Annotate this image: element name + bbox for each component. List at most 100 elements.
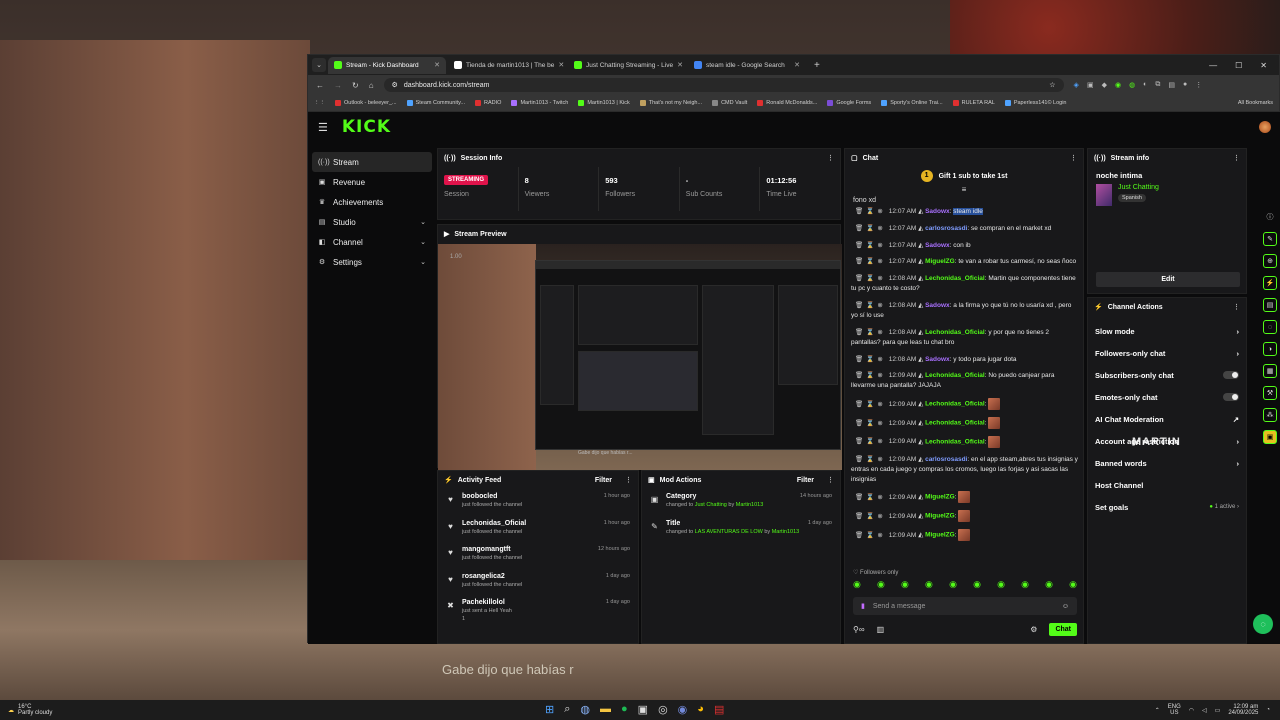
apps-grid-icon[interactable]: ⋮⋮: [314, 100, 325, 106]
mirror-icon[interactable]: ◑: [1263, 342, 1277, 356]
tab-close-icon[interactable]: ✕: [558, 61, 564, 69]
discord-icon[interactable]: ◉: [678, 703, 688, 716]
layout-icon[interactable]: ▦: [1263, 364, 1277, 378]
kick-logo[interactable]: KICK: [342, 117, 391, 137]
activity-username[interactable]: mangomangtft: [462, 546, 522, 553]
browser-tab[interactable]: steam idle - Google Search ✕: [688, 57, 806, 74]
puzzle-icon[interactable]: ⧉: [1155, 81, 1160, 89]
chat-gift-icon[interactable]: ▥: [877, 625, 885, 634]
session-menu-icon[interactable]: ⋮: [827, 154, 834, 162]
bookmark-item[interactable]: Steam Community...: [406, 100, 465, 106]
message-tools-icon[interactable]: 🗑⌛⊗: [855, 456, 886, 463]
profile-icon[interactable]: ●: [1183, 81, 1187, 89]
message-username[interactable]: MiguelZG: [925, 258, 955, 265]
bookmark-item[interactable]: RULETA RAL: [952, 100, 995, 106]
home-icon[interactable]: ⌂: [369, 81, 374, 90]
clock[interactable]: 12:09 am 24/09/2025: [1228, 704, 1258, 716]
activity-username[interactable]: Pachekillolol: [462, 599, 512, 606]
highlight-icon[interactable]: ▣: [1263, 430, 1277, 444]
tab-search-button[interactable]: ⌄: [312, 58, 326, 72]
wifi-icon[interactable]: ◠: [1189, 707, 1194, 714]
steam-icon[interactable]: ◍: [580, 703, 590, 716]
app-icon[interactable]: ▣: [638, 703, 648, 716]
tab-close-icon[interactable]: ✕: [794, 61, 800, 69]
message-tools-icon[interactable]: 🗑⌛⊗: [855, 372, 886, 379]
extension-icon[interactable]: ▣: [1087, 81, 1094, 89]
help-chat-icon[interactable]: ◌: [1253, 614, 1273, 634]
extension-icon[interactable]: ◆: [1102, 81, 1107, 89]
chrome-icon[interactable]: ◕: [697, 703, 704, 716]
message-username[interactable]: Lechonidas_Oficial: [925, 275, 985, 282]
stream-preview-video[interactable]: 1.00 Gabe dijo que habías r...: [438, 244, 842, 470]
mod-user[interactable]: Martin1013: [772, 529, 800, 535]
channel-action-slow-mode[interactable]: Slow mode ›: [1088, 320, 1246, 342]
notification-icon[interactable]: ◔: [1266, 707, 1270, 713]
pencil-icon[interactable]: ✎: [1263, 232, 1277, 246]
microphone-icon[interactable]: ▮: [861, 602, 865, 610]
message-username[interactable]: Sadowx: [925, 302, 950, 309]
clipboard-icon[interactable]: ▤: [1263, 298, 1277, 312]
browser-tab[interactable]: Tienda de martin1013 | The be ✕: [448, 57, 566, 74]
bookmark-item[interactable]: Martin1013 - Twitch: [511, 100, 568, 106]
obs-icon[interactable]: ◎: [658, 703, 668, 716]
chat-settings-icon[interactable]: ⚙: [1030, 625, 1037, 634]
pinned-collapse-icon[interactable]: ≡: [845, 185, 1083, 195]
all-bookmarks-link[interactable]: All Bookmarks: [1238, 100, 1273, 106]
sidebar-toggle-icon[interactable]: ▤: [1168, 81, 1175, 89]
activity-filter-button[interactable]: Filter: [595, 477, 612, 484]
emote-picker-icon[interactable]: ◉: [997, 579, 1005, 590]
message-tools-icon[interactable]: 🗑⌛⊗: [855, 532, 886, 539]
mod-menu-icon[interactable]: ⋮: [827, 476, 834, 484]
channel-action-subscribers-only-chat[interactable]: Subscribers-only chat: [1088, 364, 1246, 386]
emote-picker-icon[interactable]: ◉: [925, 579, 933, 590]
emote-picker-icon[interactable]: ◉: [877, 579, 885, 590]
wrench-icon[interactable]: ⚒: [1263, 386, 1277, 400]
edit-stream-button[interactable]: Edit: [1096, 272, 1240, 287]
message-username[interactable]: Lechonidas_Oficial: [925, 420, 985, 427]
toggle-switch[interactable]: [1223, 371, 1239, 379]
tab-close-icon[interactable]: ✕: [434, 61, 440, 69]
emote-picker-icon[interactable]: ◉: [949, 579, 957, 590]
emote-picker-icon[interactable]: ◉: [901, 579, 909, 590]
file-explorer-icon[interactable]: ▬: [600, 703, 611, 716]
message-tools-icon[interactable]: 🗑⌛⊗: [855, 242, 886, 249]
extension-icon[interactable]: ◍: [1129, 81, 1135, 89]
extension-icon[interactable]: ◐: [1143, 81, 1147, 89]
emoji-icon[interactable]: ☺: [1062, 603, 1069, 610]
message-username[interactable]: MiguelZG: [925, 494, 955, 501]
bookmark-item[interactable]: Sporty's Online Trai...: [881, 100, 943, 106]
message-username[interactable]: Lechonidas_Oficial: [925, 438, 985, 445]
bookmark-item[interactable]: Outlook - beleeyer_...: [335, 100, 397, 106]
battery-icon[interactable]: ▭: [1215, 707, 1221, 714]
new-tab-button[interactable]: +: [808, 60, 826, 71]
message-username[interactable]: carlosrosasdi: [925, 456, 967, 463]
bookmark-item[interactable]: Paperless141© Login: [1004, 100, 1066, 106]
message-tools-icon[interactable]: 🗑⌛⊗: [855, 401, 886, 408]
message-username[interactable]: MiguelZG: [925, 532, 955, 539]
message-username[interactable]: Lechonidas_Oficial: [925, 372, 985, 379]
message-tools-icon[interactable]: 🗑⌛⊗: [855, 356, 886, 363]
bookmark-item[interactable]: Google Forms: [827, 100, 871, 106]
message-tools-icon[interactable]: 🗑⌛⊗: [855, 275, 886, 282]
spotify-icon[interactable]: ●: [621, 703, 628, 716]
activity-username[interactable]: boobocled: [462, 493, 522, 500]
volume-icon[interactable]: ◁: [1202, 707, 1207, 714]
mod-filter-button[interactable]: Filter: [797, 477, 814, 484]
chat-menu-icon[interactable]: ⋮: [1070, 154, 1077, 162]
browser-tab[interactable]: Just Chatting Streaming - Live ✕: [568, 57, 686, 74]
sidebar-item-revenue[interactable]: ▣ Revenue: [312, 172, 432, 192]
bookmark-item[interactable]: Ronald McDonalds...: [757, 100, 817, 106]
bookmark-item[interactable]: That's not my Neigh...: [639, 100, 702, 106]
mod-user[interactable]: Martin1013: [736, 502, 764, 508]
emote-picker-icon[interactable]: ◉: [1021, 579, 1029, 590]
activity-menu-icon[interactable]: ⋮: [625, 476, 632, 484]
sidebar-item-settings[interactable]: ⚙ Settings ⌄: [312, 252, 432, 272]
chat-send-button[interactable]: Chat: [1049, 622, 1077, 636]
emote-picker-icon[interactable]: ◉: [1069, 579, 1077, 590]
info-icon[interactable]: ⓘ: [1263, 210, 1277, 224]
message-tools-icon[interactable]: 🗑⌛⊗: [855, 208, 886, 215]
browser-tab[interactable]: Stream - Kick Dashboard ✕: [328, 56, 446, 74]
windows-start-icon[interactable]: ⊞: [545, 703, 554, 716]
user-avatar[interactable]: [1259, 121, 1271, 133]
forward-icon[interactable]: →: [334, 81, 342, 90]
